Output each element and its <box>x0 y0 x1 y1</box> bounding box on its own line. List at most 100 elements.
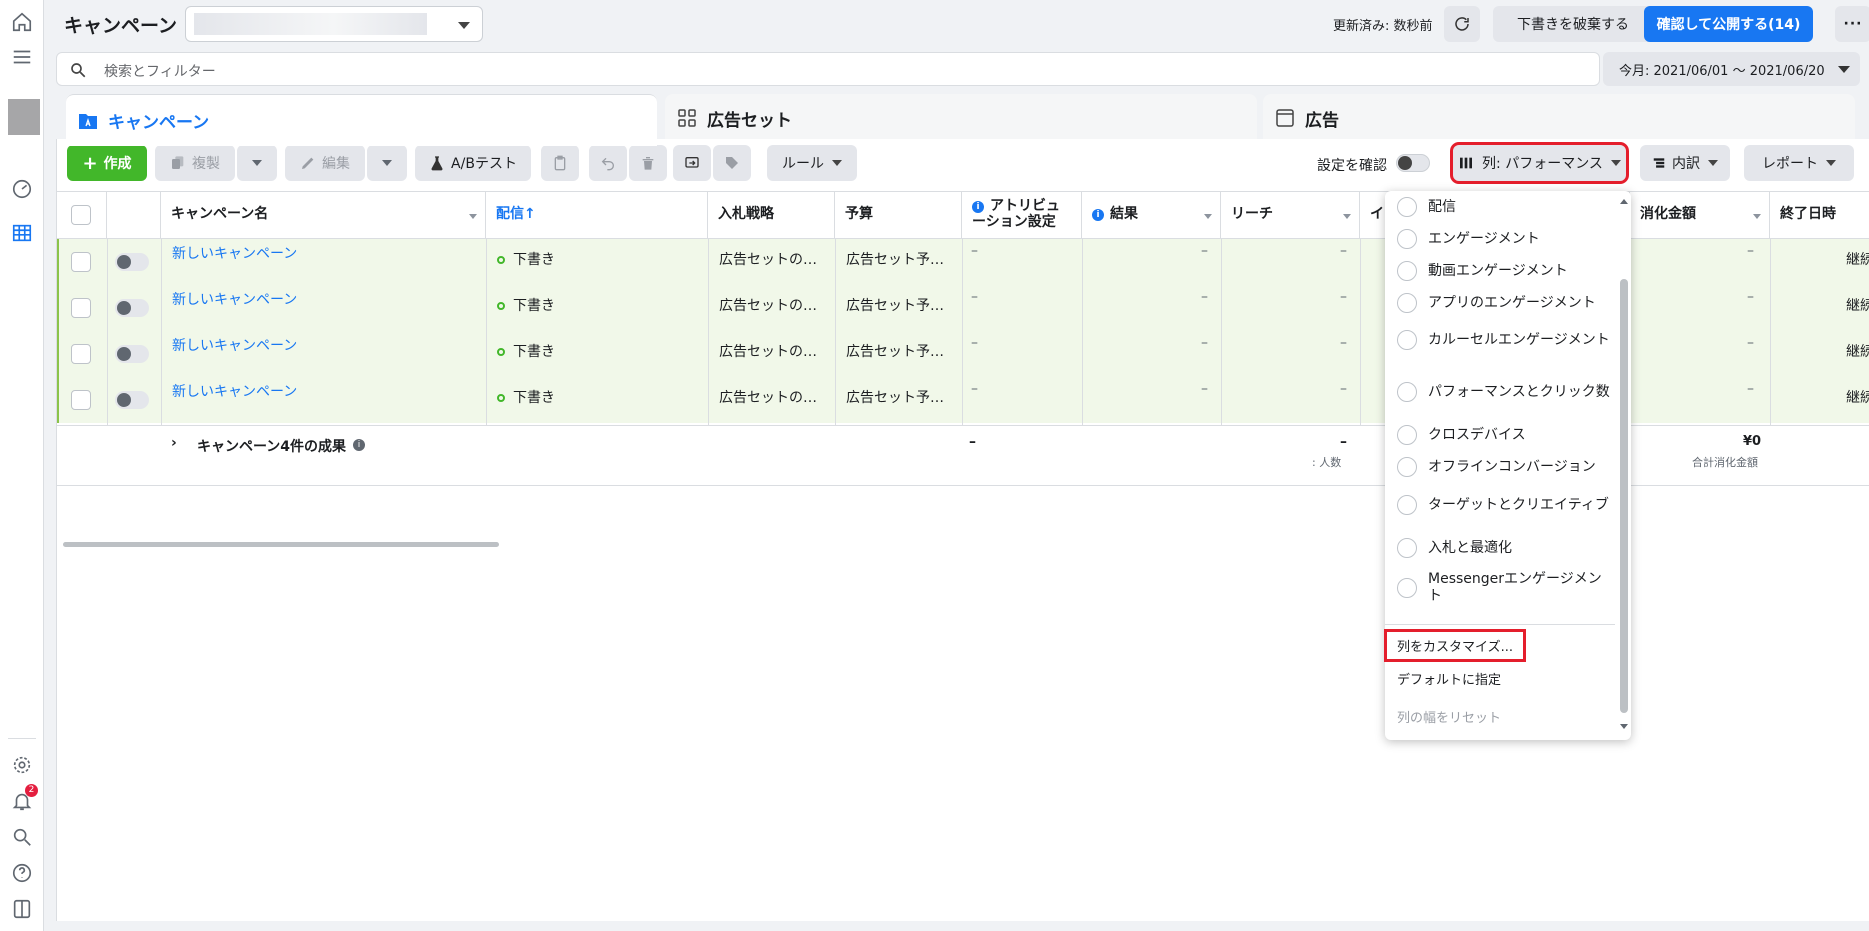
column-header-delivery[interactable]: 配信↑ <box>486 192 708 240</box>
search-icon[interactable] <box>10 825 34 849</box>
radio-button[interactable] <box>1397 261 1417 281</box>
tab-campaigns[interactable]: キャンペーン <box>66 94 657 146</box>
chevron-down-icon <box>458 22 470 29</box>
tag-button[interactable] <box>713 145 751 181</box>
duplicate-button[interactable]: 複製 <box>155 145 235 181</box>
rules-button[interactable]: ルール <box>767 145 857 181</box>
campaign-name-link[interactable]: 新しいキャンペーン <box>172 289 297 309</box>
copy-icon <box>172 156 184 169</box>
menu-item-bidding-optimization[interactable]: 入札と最適化 <box>1385 536 1615 560</box>
row-on-off-toggle[interactable] <box>115 299 149 317</box>
delete-button[interactable] <box>629 145 667 181</box>
menu-item-delivery[interactable]: 配信 <box>1385 195 1615 219</box>
tab-ad-sets[interactable]: 広告セット <box>665 94 1257 142</box>
attribution-cell: – <box>971 289 978 305</box>
menu-scroll-thumb[interactable] <box>1620 279 1628 713</box>
horizontal-scrollbar[interactable] <box>63 542 499 547</box>
radio-button[interactable] <box>1397 538 1417 558</box>
columns-preset-button[interactable]: 列: パフォーマンス <box>1450 142 1629 184</box>
home-icon[interactable] <box>10 10 34 34</box>
toggle-panel-icon[interactable] <box>10 897 34 921</box>
campaign-selector[interactable] <box>185 6 483 42</box>
undo-button[interactable] <box>589 145 627 181</box>
move-button[interactable] <box>673 145 711 181</box>
menu-item-app-engagement[interactable]: アプリのエンゲージメント <box>1385 291 1615 315</box>
campaign-name-link[interactable]: 新しいキャンペーン <box>172 335 297 355</box>
menu-item-engagement[interactable]: エンゲージメント <box>1385 227 1615 251</box>
chevron-right-icon[interactable]: › <box>171 435 177 451</box>
dashboard-gauge-icon[interactable] <box>10 177 34 201</box>
menu-item-cross-device[interactable]: クロスデバイス <box>1385 423 1615 447</box>
tab-label: 広告 <box>1305 110 1339 131</box>
breakdown-button[interactable]: 内訳 <box>1640 145 1730 181</box>
row-checkbox[interactable] <box>71 344 91 364</box>
search-filter-bar[interactable]: 検索とフィルター <box>56 52 1600 86</box>
radio-button[interactable] <box>1397 229 1417 249</box>
breakdown-label: 内訳 <box>1672 156 1700 172</box>
radio-button[interactable] <box>1397 425 1417 445</box>
scroll-down-arrow-icon[interactable] <box>1620 724 1628 729</box>
column-header-label: 配信↑ <box>496 206 536 222</box>
help-icon[interactable] <box>10 861 34 885</box>
row-checkbox[interactable] <box>71 390 91 410</box>
discard-drafts-button[interactable]: 下書きを破棄する <box>1493 6 1653 42</box>
delivery-status: 下書き <box>513 390 555 406</box>
menu-scrollbar[interactable] <box>1618 199 1629 729</box>
more-options-button[interactable]: ··· <box>1835 6 1869 42</box>
ab-test-button[interactable]: A/Bテスト <box>415 145 531 181</box>
customize-columns-option[interactable]: 列をカスタマイズ... <box>1383 629 1527 662</box>
radio-button[interactable] <box>1397 382 1417 402</box>
radio-button[interactable] <box>1397 293 1417 313</box>
clipboard-button[interactable] <box>541 145 579 181</box>
campaign-name-link[interactable]: 新しいキャンペーン <box>172 381 297 401</box>
row-on-off-toggle[interactable] <box>115 345 149 363</box>
column-header-reach[interactable]: リーチ <box>1221 192 1360 240</box>
set-as-default-option[interactable]: デフォルトに指定 <box>1397 669 1501 688</box>
ads-manager-table-icon[interactable] <box>10 221 34 245</box>
column-header-amount-spent[interactable]: 消化金額 <box>1630 192 1770 240</box>
refresh-button[interactable] <box>1444 6 1480 42</box>
review-settings-toggle[interactable] <box>1396 154 1430 172</box>
column-header-attribution[interactable]: i アトリビューション設定 <box>962 192 1082 240</box>
menu-item-performance-clicks[interactable]: パフォーマンスとクリック数 <box>1385 372 1615 412</box>
row-on-off-toggle[interactable] <box>115 253 149 271</box>
radio-button[interactable] <box>1397 457 1417 477</box>
menu-icon[interactable] <box>10 45 34 69</box>
radio-button[interactable] <box>1397 578 1417 598</box>
edit-button[interactable]: 編集 <box>285 145 365 181</box>
toggle-header <box>107 192 161 240</box>
reports-button[interactable]: レポート <box>1744 145 1854 181</box>
notifications-bell-icon[interactable]: 2 <box>10 784 38 813</box>
menu-item-targeting-creative[interactable]: ターゲットとクリエイティブ <box>1385 485 1615 525</box>
radio-button[interactable] <box>1397 330 1417 350</box>
select-all-header <box>57 192 107 240</box>
menu-item-video-engagement[interactable]: 動画エンゲージメント <box>1385 259 1615 283</box>
column-header-campaign-name[interactable]: キャンペーン名 <box>161 192 486 240</box>
radio-button[interactable] <box>1397 495 1417 515</box>
row-checkbox[interactable] <box>71 298 91 318</box>
account-avatar[interactable] <box>8 99 40 135</box>
row-checkbox[interactable] <box>71 252 91 272</box>
date-range-picker[interactable]: 今月: 2021/06/01 ～ 2021/06/20 <box>1603 52 1860 86</box>
row-on-off-toggle[interactable] <box>115 391 149 409</box>
menu-item-carousel-engagement[interactable]: カルーセルエンゲージメント <box>1385 320 1615 360</box>
edit-dropdown-button[interactable] <box>367 145 407 181</box>
duplicate-dropdown-button[interactable] <box>237 145 277 181</box>
tab-ads[interactable]: 広告 <box>1263 94 1855 142</box>
results-cell: – <box>1201 243 1208 259</box>
scroll-up-arrow-icon[interactable] <box>1620 199 1628 204</box>
reset-column-widths-option[interactable]: 列の幅をリセット <box>1397 707 1501 726</box>
menu-item-offline-conversions[interactable]: オフラインコンバージョン <box>1385 455 1615 479</box>
select-all-checkbox[interactable] <box>71 205 91 225</box>
create-button[interactable]: + 作成 <box>67 145 147 181</box>
column-header-budget[interactable]: 予算 <box>835 192 962 240</box>
review-publish-button[interactable]: 確認して公開する(14) <box>1644 6 1813 42</box>
column-header-bid-strategy[interactable]: 入札戦略 <box>708 192 835 240</box>
column-header-end-date[interactable]: 終了日時 <box>1770 192 1869 240</box>
column-header-results[interactable]: i 結果 <box>1082 192 1221 240</box>
campaign-name-link[interactable]: 新しいキャンペーン <box>172 243 297 263</box>
radio-button[interactable] <box>1397 197 1417 217</box>
menu-item-messenger-engagement[interactable]: Messengerエンゲージメント <box>1385 568 1615 608</box>
edit-label: 編集 <box>322 156 350 172</box>
settings-gear-icon[interactable] <box>10 753 34 777</box>
